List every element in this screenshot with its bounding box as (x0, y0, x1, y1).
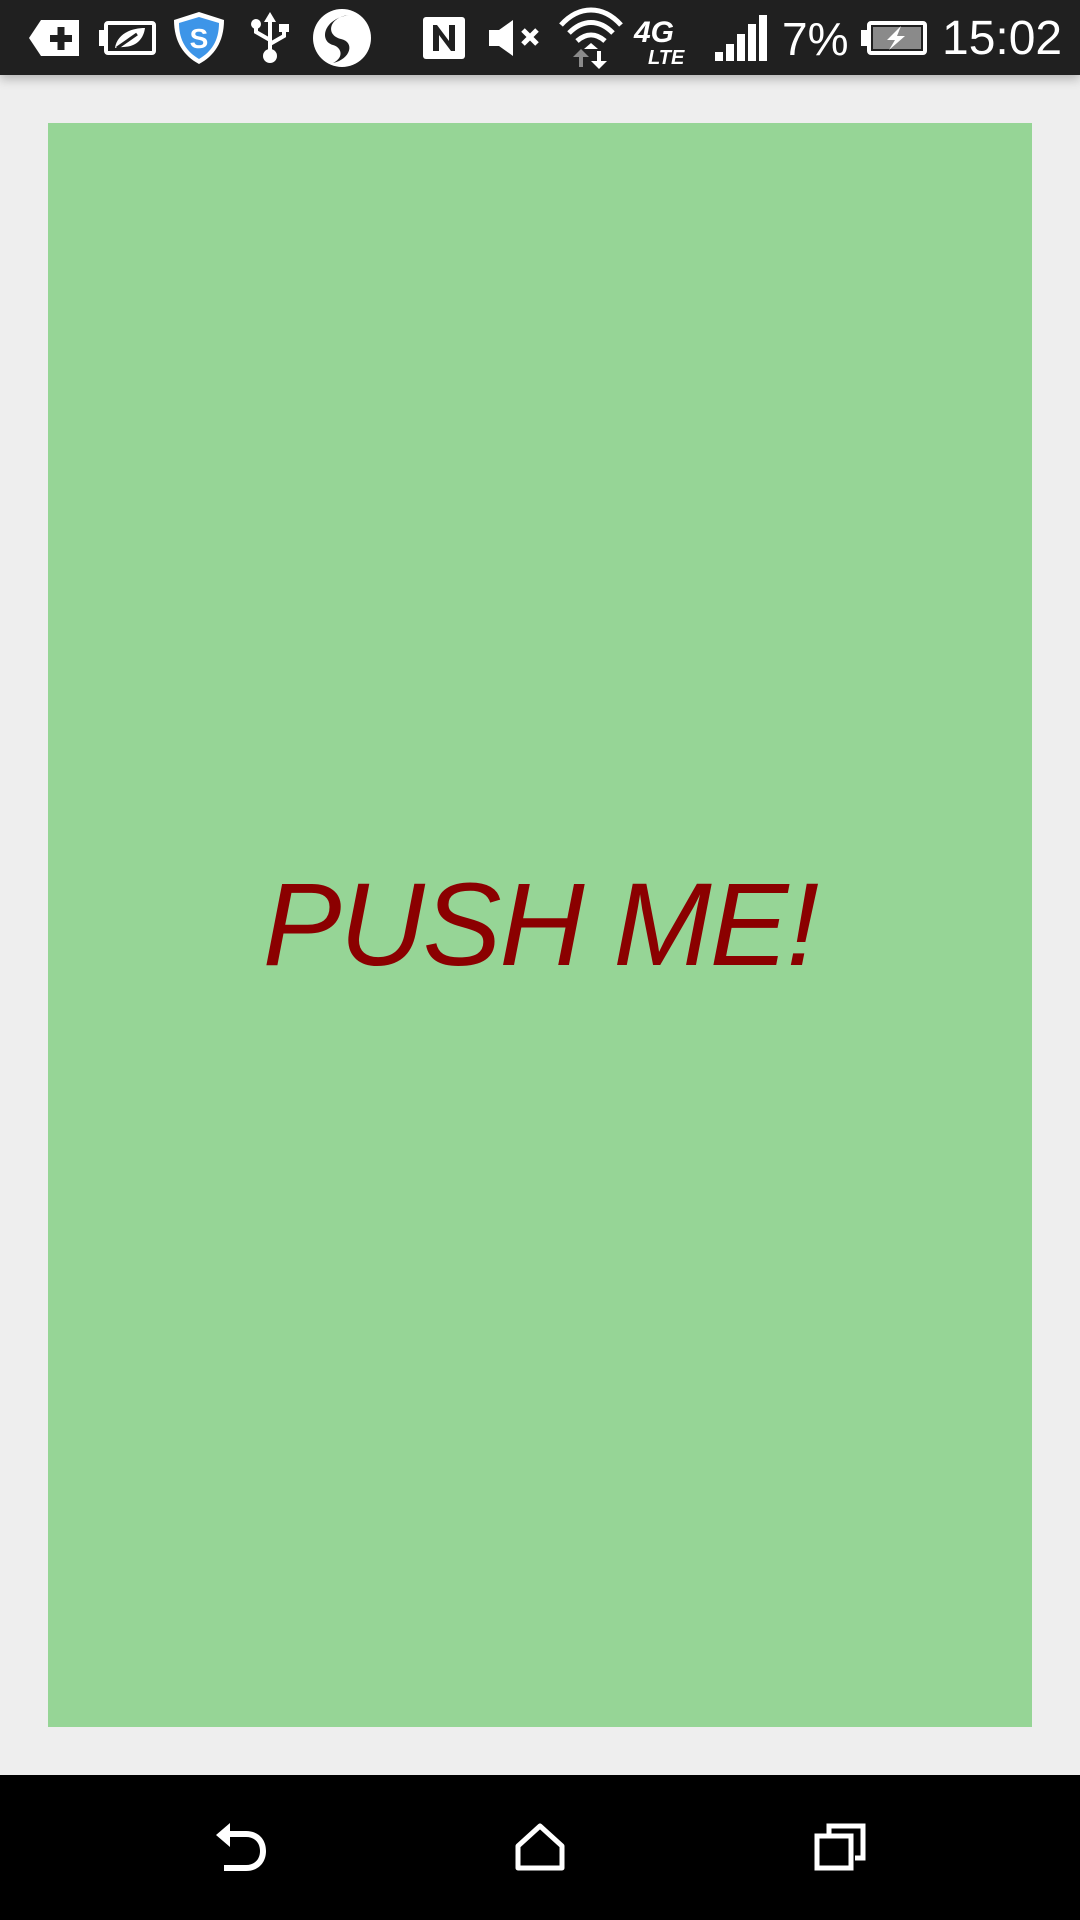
battery-saver-icon (96, 8, 158, 68)
back-button[interactable] (190, 1797, 290, 1897)
battery-percent-text: 7% (782, 13, 849, 65)
status-bar: S 4G LTE 7% 15:02 (0, 0, 1080, 75)
push-me-button[interactable]: PUSH ME! (48, 123, 1032, 1727)
network-sub-label: LTE (648, 47, 685, 68)
network-label: 4G (633, 16, 674, 49)
usb-icon (246, 8, 294, 68)
swype-icon (310, 8, 374, 68)
battery-charging-icon (858, 8, 930, 68)
mute-icon (484, 8, 546, 68)
signal-icon (712, 8, 772, 68)
recents-icon (814, 1823, 866, 1871)
navigation-bar (0, 1775, 1080, 1920)
shield-icon: S (170, 8, 228, 68)
home-button[interactable] (490, 1797, 590, 1897)
main-content: PUSH ME! (0, 75, 1080, 1775)
home-icon (515, 1823, 565, 1871)
clock-time: 15:02 (942, 12, 1063, 65)
add-notification-icon (26, 8, 82, 68)
recents-button[interactable] (790, 1797, 890, 1897)
back-icon (216, 1823, 266, 1871)
wifi-icon (556, 7, 626, 69)
push-me-label: PUSH ME! (262, 859, 819, 991)
svg-text:S: S (190, 23, 209, 54)
network-4g-lte-icon: 4G LTE (632, 8, 696, 68)
nfc-icon (420, 8, 468, 68)
